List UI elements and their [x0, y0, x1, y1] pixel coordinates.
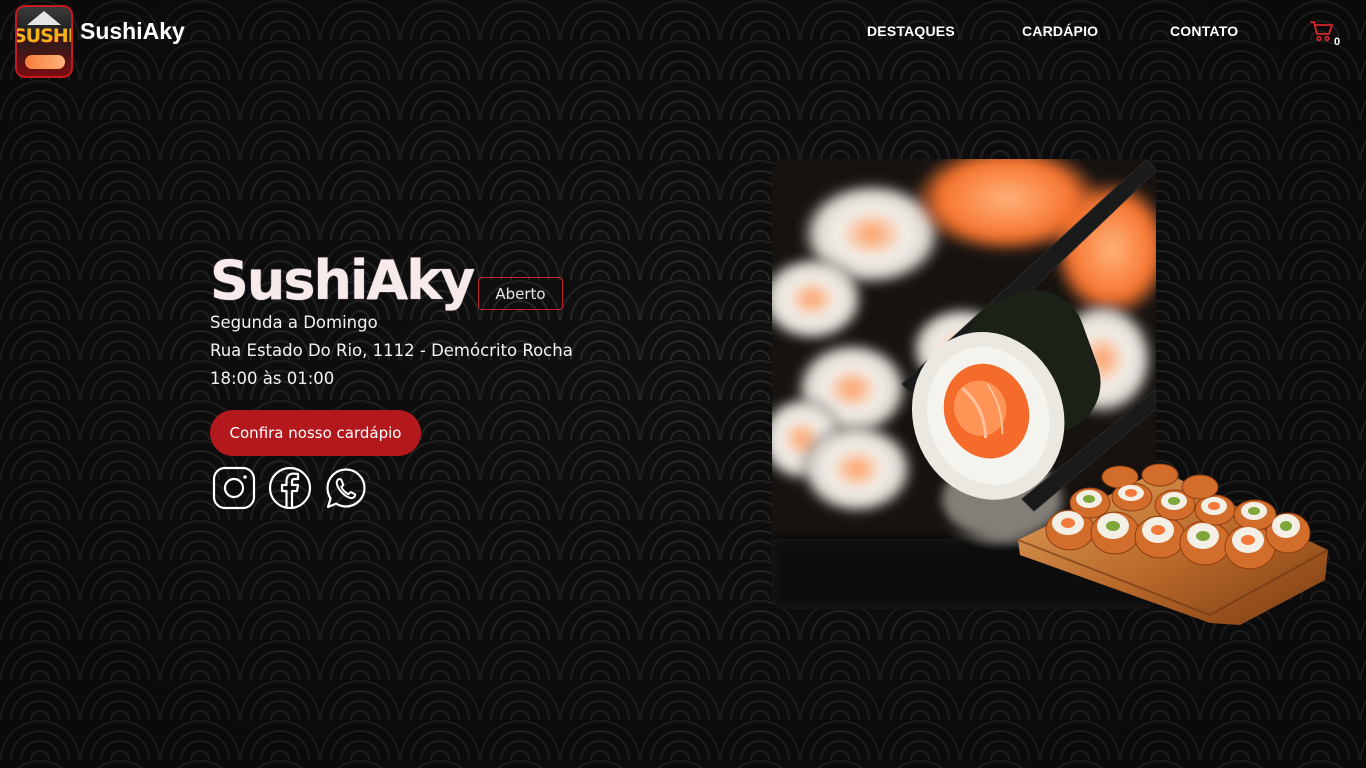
header: SUSHI SushiAky DESTAQUES CARDÁPIO CONTAT…: [0, 0, 1366, 80]
facebook-icon: [268, 466, 312, 510]
logo-text: SUSHI: [15, 25, 73, 47]
cart-button[interactable]: 0: [1310, 20, 1346, 50]
sushi-platter-graphic: [1017, 463, 1329, 625]
page: SUSHI SushiAky DESTAQUES CARDÁPIO CONTAT…: [0, 0, 1366, 768]
logo-salmon-icon: [25, 55, 65, 69]
nav-link-destaques[interactable]: DESTAQUES: [867, 23, 955, 39]
sushi-platter-image: [1010, 455, 1332, 630]
opening-days: Segunda a Domingo: [210, 313, 378, 332]
logo-mountain-icon: [27, 11, 61, 25]
facebook-link[interactable]: [268, 466, 312, 510]
instagram-icon: [212, 466, 256, 510]
menu-cta-button[interactable]: Confira nosso cardápio: [210, 410, 421, 456]
instagram-link[interactable]: [212, 466, 256, 510]
brand-name[interactable]: SushiAky: [80, 18, 185, 45]
logo[interactable]: SUSHI: [15, 5, 73, 78]
opening-hours: 18:00 às 01:00: [210, 369, 335, 388]
cart-icon: [1310, 21, 1333, 42]
nav-link-contato[interactable]: CONTATO: [1170, 23, 1238, 39]
status-badge: Aberto: [478, 277, 563, 310]
background-vignette: [0, 0, 1366, 768]
nav-link-cardapio[interactable]: CARDÁPIO: [1022, 23, 1098, 39]
cart-count: 0: [1334, 36, 1341, 48]
hero-title: SushiAky: [210, 249, 475, 312]
whatsapp-link[interactable]: [323, 466, 367, 510]
address: Rua Estado Do Rio, 1112 - Demócrito Roch…: [210, 341, 573, 360]
whatsapp-icon: [326, 468, 366, 509]
